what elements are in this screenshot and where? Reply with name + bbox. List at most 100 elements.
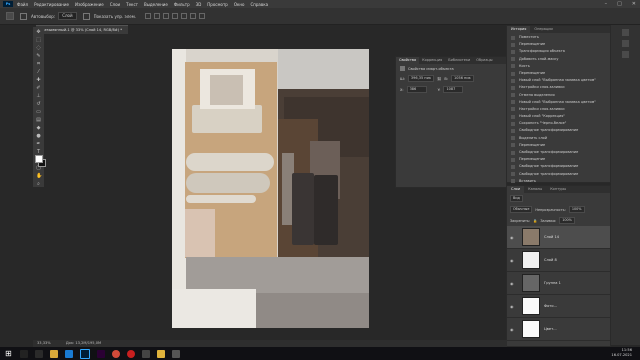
eyedropper-tool-icon[interactable]: ⁄ [36,70,41,75]
align-left-icon[interactable] [145,13,152,19]
layers-panel-icon[interactable] [622,51,629,58]
history-item[interactable]: Трансформация объекта [507,48,610,55]
layer-thumbnail[interactable] [522,228,540,246]
app-icon[interactable] [172,349,180,358]
marquee-tool-icon[interactable]: ⬚ [36,38,41,43]
system-clock[interactable]: 11:56 16.07.2021 [611,348,632,358]
tab-channels[interactable]: Каналы [524,186,546,193]
zoom-level[interactable]: 33,33% [37,341,51,345]
x-field[interactable]: 386 [406,86,427,93]
folder-icon[interactable] [157,349,165,358]
tab-layers[interactable]: Слои [507,186,525,193]
tab-libraries[interactable]: Библиотеки [445,57,473,64]
search-icon[interactable] [20,349,28,358]
layer-name[interactable]: Группа 1 [544,281,561,285]
align-top-icon[interactable] [172,13,179,19]
history-item[interactable]: Свободное трансформирование [507,163,610,170]
visibility-eye-icon[interactable]: ◉ [510,235,516,240]
crop-tool-icon[interactable]: ⌗ [36,62,41,67]
history-item[interactable]: Свободное трансформирование [507,149,610,156]
history-item[interactable]: Настройки слоя-заливки [507,84,610,91]
history-item[interactable]: Свободное трансформирование [507,171,610,178]
properties-panel-icon[interactable] [622,40,629,47]
chrome-icon[interactable] [112,349,120,358]
align-center-icon[interactable] [154,13,161,19]
kind-filter-dropdown[interactable]: Вид [510,195,523,202]
windows-icon[interactable]: ⊞ [5,349,13,358]
dodge-tool-icon[interactable]: ● [36,134,41,139]
visibility-eye-icon[interactable]: ◉ [510,304,516,309]
blur-tool-icon[interactable]: ◆ [36,126,41,131]
tab-swatches[interactable]: Образцы [473,57,495,64]
zoom-tool-icon[interactable]: ⌕ [36,182,41,187]
hand-tool-icon[interactable]: ✋ [36,174,42,179]
menu-text[interactable]: Текст [126,2,138,7]
layer-row[interactable]: ◉ Слой 14 [507,226,610,249]
menu-3d[interactable]: 3D [196,2,202,7]
eraser-tool-icon[interactable]: ▭ [36,110,41,115]
visibility-eye-icon[interactable]: ◉ [510,258,516,263]
align-bottom-icon[interactable] [190,13,197,19]
layer-row[interactable]: ◉ Фото... [507,295,610,318]
move-tool-icon[interactable]: ✥ [36,30,41,35]
link-icon[interactable]: ⛓ [437,77,441,81]
align-right-icon[interactable] [163,13,170,19]
layer-thumbnail[interactable] [522,297,540,315]
move-tool-icon[interactable] [6,12,14,20]
layer-thumbnail[interactable] [522,251,540,269]
lock-icon[interactable]: 🔒 [533,219,537,223]
tab-properties[interactable]: Свойства [396,57,420,64]
pen-tool-icon[interactable]: ✒ [36,142,41,147]
layer-name[interactable]: Цвет... [544,327,557,331]
layer-thumbnail[interactable] [522,320,540,338]
history-item[interactable]: Сохранить "Черно-белое" [507,120,610,127]
layer-thumbnail[interactable] [522,274,540,292]
fill-field[interactable]: 100% [559,217,575,224]
history-item[interactable]: Вставить [507,178,610,185]
history-item[interactable]: Новый слой "Коррекция" [507,113,610,120]
close-button[interactable]: ✕ [632,1,636,7]
document-tab[interactable]: Безымянный-1 @ 33% (Слой 14, RGB/8#) * [36,25,129,34]
foreground-color-swatch[interactable] [35,155,43,163]
menu-window[interactable]: Окно [234,2,245,7]
history-item[interactable]: Выделить слой [507,135,610,142]
history-item[interactable]: Поместить [507,34,610,41]
visibility-eye-icon[interactable]: ◉ [510,281,516,286]
stamp-tool-icon[interactable]: ⊥ [36,94,41,99]
more-options-icon[interactable] [199,13,206,19]
history-item[interactable]: Настройки слоя-заливки [507,106,610,113]
explorer-icon[interactable] [50,349,58,358]
menu-filter[interactable]: Фильтр [174,2,190,7]
healing-tool-icon[interactable]: ✚ [36,78,41,83]
layer-row[interactable]: ◉ Слой 8 [507,249,610,272]
layer-name[interactable]: Фото... [544,304,557,308]
menu-layers[interactable]: Слои [110,2,120,7]
history-panel-icon[interactable] [622,29,629,36]
edge-icon[interactable] [65,349,73,358]
history-item[interactable]: Перемещение [507,41,610,48]
lasso-tool-icon[interactable]: ◌ [36,46,41,51]
task-view-icon[interactable] [35,349,43,358]
history-item[interactable]: Добавить слой-маску [507,56,610,63]
height-field[interactable]: 1056 пик [451,75,474,82]
layer-name[interactable]: Слой 8 [544,258,557,262]
width-field[interactable]: 396,35 пик [407,75,434,82]
tab-adjustments[interactable]: Коррекция [419,57,445,64]
y-field[interactable]: 1087 [443,86,464,93]
history-item[interactable]: Кисть [507,63,610,70]
history-item[interactable]: Перемещение [507,156,610,163]
layer-row[interactable]: ◉ Группа 1 [507,272,610,295]
align-middle-icon[interactable] [181,13,188,19]
show-transform-checkbox[interactable] [82,12,90,20]
blend-mode-dropdown[interactable]: Обычные [510,206,533,213]
menu-edit[interactable]: Редактирование [34,2,69,7]
menu-image[interactable]: Изображение [75,2,104,7]
photoshop-logo-icon[interactable]: Ps [3,1,13,7]
visibility-eye-icon[interactable]: ◉ [510,327,516,332]
history-item[interactable]: Перемещение [507,70,610,77]
auto-select-checkbox[interactable] [20,12,27,20]
brush-tool-icon[interactable]: ✐ [36,86,41,91]
menu-view[interactable]: Просмотр [207,2,228,7]
premiere-icon[interactable] [97,349,105,358]
layer-name[interactable]: Слой 14 [544,235,559,239]
